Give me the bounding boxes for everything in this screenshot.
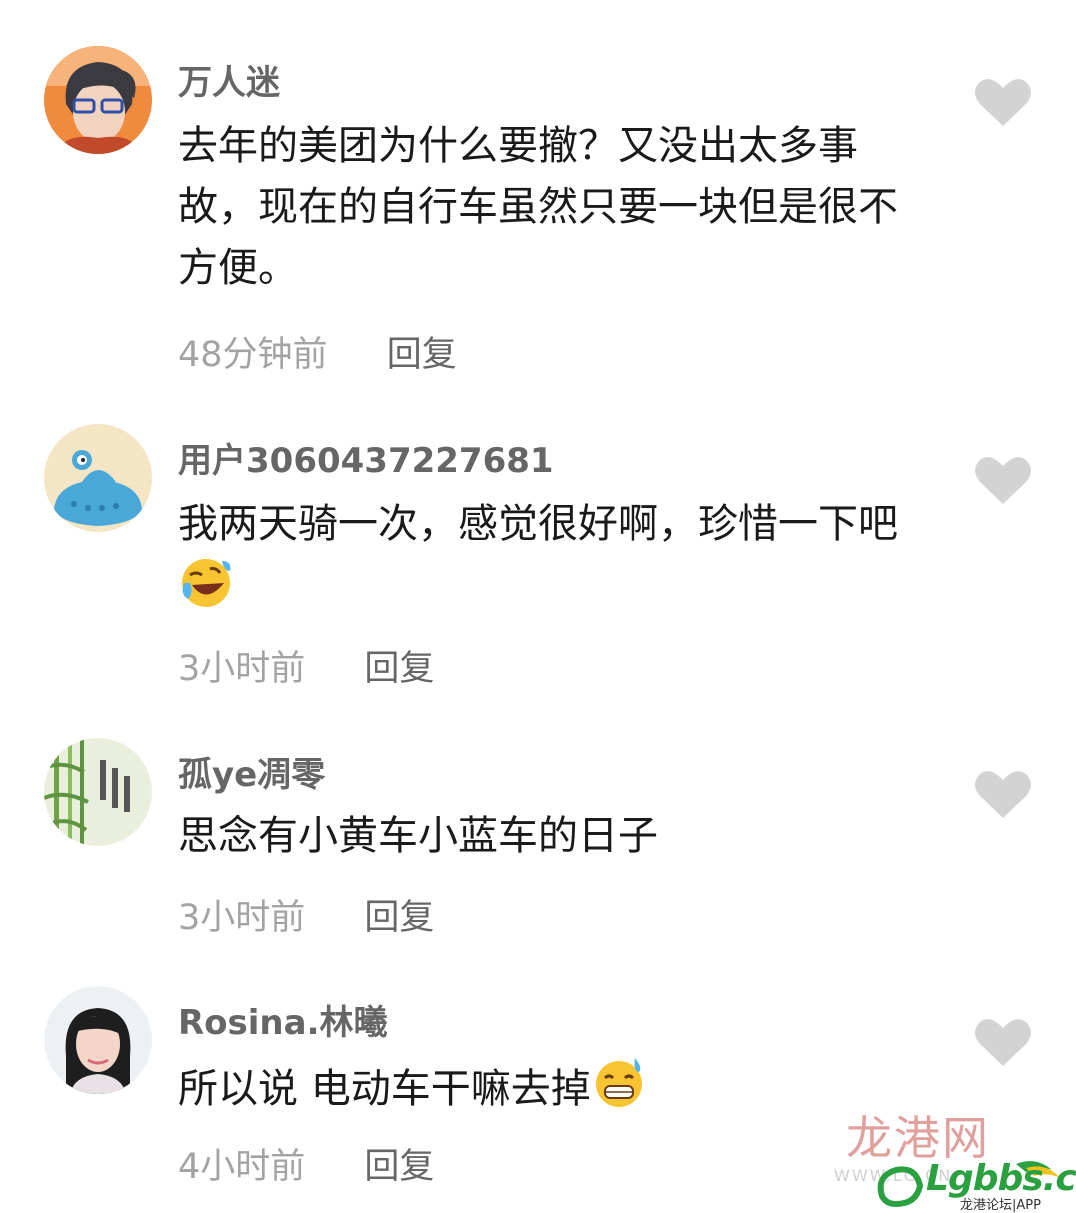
comment-meta: 48分钟前 回复 [178,326,457,377]
avatar[interactable] [44,46,152,154]
comment-text-content: 我两天骑一次，感觉很好啊，珍惜一下吧 [178,501,898,547]
timestamp: 3小时前 [178,649,306,689]
heart-icon[interactable] [974,768,1032,820]
username[interactable]: Rosina.林曦 [178,995,388,1044]
comment-meta: 3小时前 回复 [178,889,434,940]
username[interactable]: 孤ye凋零 [178,747,325,796]
avatar[interactable] [44,986,152,1094]
comment-meta: 3小时前 回复 [178,640,434,691]
laughing-crying-emoji-icon [178,555,234,611]
comment-text: 我两天骑一次，感觉很好啊，珍惜一下吧 [178,494,918,621]
timestamp: 48分钟前 [178,335,328,375]
heart-icon[interactable] [974,1016,1032,1068]
reply-button[interactable]: 回复 [364,640,434,691]
grinning-sweat-emoji-icon [591,1054,647,1110]
username[interactable]: 用户3060437227681 [178,433,554,482]
watermark-sub: 龙港论坛|APP [960,1198,1041,1213]
timestamp: 3小时前 [178,898,306,938]
reply-button[interactable]: 回复 [387,326,457,377]
heart-icon[interactable] [974,454,1032,506]
reply-button[interactable]: 回复 [364,889,434,940]
comment-text: 思念有小黄车小蓝车的日子 [178,813,658,859]
comment-text-content: 所以说 电动车干嘛去掉 [178,1066,591,1112]
timestamp: 4小时前 [178,1147,306,1187]
avatar[interactable] [44,424,152,532]
comment-text: 去年的美团为什么要撤？又没出太多事故，现在的自行车虽然只要一块但是很不方便。 [178,123,898,291]
reply-button[interactable]: 回复 [364,1138,434,1189]
watermark-brand: Lgbbs.cn [926,1158,1076,1199]
username[interactable]: 万人迷 [178,55,280,104]
heart-icon[interactable] [974,76,1032,128]
avatar[interactable] [44,738,152,846]
comment-meta: 4小时前 回复 [178,1138,434,1189]
watermark: 龙港网 WWW.LG.CN Lgbbs.cn 龙港论坛|APP [776,1102,1076,1213]
